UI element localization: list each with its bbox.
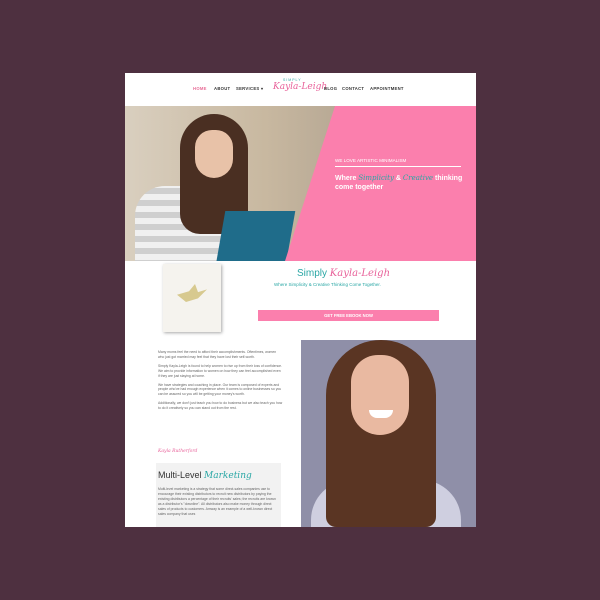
hero-where: Where <box>335 175 357 182</box>
hero-thinking: thinking <box>435 175 463 182</box>
ebook-tagline: Where Simplicity & Creative Thinking Com… <box>274 282 381 287</box>
about-text: Many moms feel the need to afford their … <box>158 350 283 415</box>
header: HOME ABOUT SERVICES ▾ SIMPLY Kayla-Leigh… <box>125 73 476 106</box>
nav-contact[interactable]: CONTACT <box>342 86 364 91</box>
nav-appointment[interactable]: APPOINTMENT <box>370 86 404 91</box>
nav-home[interactable]: HOME <box>193 86 207 91</box>
about-paragraph-3: We have strategies and coaching in place… <box>158 382 282 397</box>
ebook-simply: Simply <box>297 268 328 279</box>
signature: Kayla Rutherford <box>158 449 198 454</box>
about-paragraph-4: Additionally, we don't just teach you ho… <box>158 401 283 411</box>
logo[interactable]: Kayla-Leigh <box>273 82 327 92</box>
website-mockup: HOME ABOUT SERVICES ▾ SIMPLY Kayla-Leigh… <box>125 73 476 527</box>
nav-services[interactable]: SERVICES ▾ <box>236 86 263 91</box>
mlm-script: Marketing <box>204 471 252 481</box>
hero-amp: & <box>395 175 401 182</box>
mlm-title: Multi-Level <box>158 470 202 480</box>
mlm-heading: Multi-Level Marketing <box>158 470 252 481</box>
about-paragraph-2: Simply Kayla-Leigh is found to help wome… <box>158 363 283 378</box>
nav-about[interactable]: ABOUT <box>214 86 230 91</box>
ebook-section: Simply Kayla-Leigh Where Simplicity & Cr… <box>125 261 476 334</box>
hero-come-together: come together <box>335 184 384 191</box>
nav-blog[interactable]: BLOG <box>324 86 337 91</box>
hero-banner: WE LOVE ARTISTIC MINIMALISM Where Simpli… <box>125 106 476 261</box>
hero-creative: Creative <box>402 174 434 182</box>
get-free-ebook-button[interactable]: GET FREE EBOOK NOW <box>258 310 439 321</box>
portrait-face <box>351 355 409 435</box>
ebook-name: Kayla-Leigh <box>329 268 391 279</box>
hero-subtitle: WE LOVE ARTISTIC MINIMALISM <box>335 158 407 163</box>
mlm-text: Multi-level marketing is a strategy that… <box>158 487 276 516</box>
about-paragraph-1: Many moms feel the need to afford their … <box>158 350 277 359</box>
hero-book <box>214 211 296 261</box>
portrait-photo <box>301 340 476 527</box>
hero-person-face <box>195 130 233 178</box>
hero-simplicity: Simplicity <box>358 174 394 182</box>
hero-headline: Where Simplicity & Creative thinking com… <box>335 174 462 192</box>
ebook-cover-image <box>163 264 221 332</box>
hero-divider <box>335 166 461 167</box>
bird-icon <box>177 284 207 302</box>
ebook-title: Simply Kayla-Leigh <box>297 268 390 279</box>
